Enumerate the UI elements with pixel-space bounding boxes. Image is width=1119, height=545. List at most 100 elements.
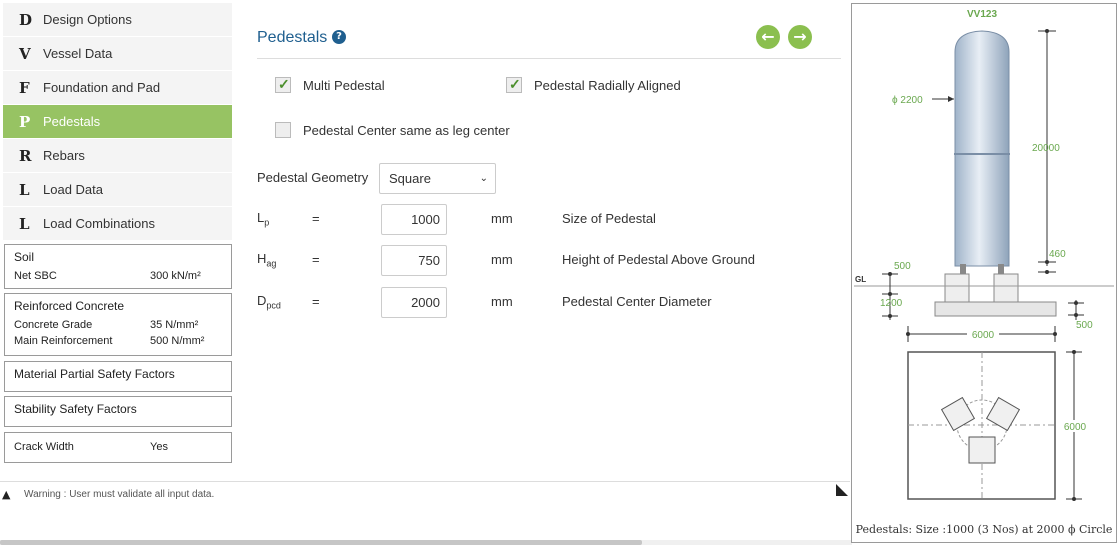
vessel-shell <box>954 30 1010 267</box>
pedestal-geometry-select[interactable]: Square ⌄ <box>379 163 496 194</box>
multi-pedestal-option[interactable]: Multi Pedestal <box>275 76 385 93</box>
sidebar-item-load-data[interactable]: L Load Data <box>3 173 232 206</box>
stability-factors-title: Stability Safety Factors <box>14 402 137 416</box>
param-row-hag: Hag = 750 mm Height of Pedestal Above Gr… <box>257 245 817 277</box>
sidebar-item-rebars[interactable]: R Rebars <box>3 139 232 172</box>
multi-pedestal-label: Multi Pedestal <box>303 77 385 93</box>
crack-width-panel[interactable]: Crack Width Yes <box>4 432 232 463</box>
param-unit: mm <box>491 294 513 309</box>
pad-depth-label: 1200 <box>880 298 903 309</box>
resize-handle-icon[interactable] <box>836 484 848 496</box>
horizontal-scrollbar[interactable] <box>0 540 852 545</box>
sidebar-item-vessel-data[interactable]: V Vessel Data <box>3 37 232 70</box>
sidebar-item-label: Foundation and Pad <box>43 80 161 95</box>
chevron-down-icon: ⌄ <box>479 173 488 184</box>
leg-left <box>960 264 966 274</box>
center-same-checkbox[interactable] <box>275 122 291 138</box>
main-reinforcement-label: Main Reinforcement <box>14 335 113 347</box>
plan-pedestal-bottom <box>968 436 996 464</box>
soil-title: Soil <box>14 250 35 264</box>
warning-icon: ▲ <box>2 488 11 501</box>
warning-text: Warning : User must validate all input d… <box>24 489 215 500</box>
pedestal-center-diameter-input[interactable]: 2000 <box>381 287 447 318</box>
sidebar: D Design Options V Vessel Data F Foundat… <box>3 3 232 241</box>
sidebar-item-label: Pedestals <box>43 114 101 129</box>
soil-panel[interactable]: Soil Net SBC 300 kN/m² <box>4 244 232 289</box>
scrollbar-thumb[interactable] <box>0 540 642 545</box>
vessel-drawing-panel: VV123 GL ϕ 2200 20000 460 500 1200 500 6… <box>851 3 1117 543</box>
param-symbol: Lp <box>257 210 270 228</box>
material-factors-title: Material Partial Safety Factors <box>14 367 175 381</box>
leg-right <box>998 264 1004 274</box>
sidebar-item-foundation-and-pad[interactable]: F Foundation and Pad <box>3 71 232 104</box>
sidebar-item-pedestals[interactable]: P Pedestals <box>3 105 232 138</box>
pedestal-geometry-label: Pedestal Geometry <box>257 170 369 185</box>
pedestal-geometry-value: Square <box>389 171 431 186</box>
concrete-grade-label: Concrete Grade <box>14 319 93 331</box>
diameter-label: ϕ 2200 <box>892 95 923 106</box>
param-equals: = <box>312 294 320 309</box>
pad-dim-label: 500 <box>1076 320 1093 331</box>
question-circle-icon[interactable]: ? <box>332 30 346 44</box>
concrete-panel[interactable]: Reinforced Concrete Concrete Grade 35 N/… <box>4 293 232 356</box>
sidebar-item-letter: L <box>19 214 30 233</box>
param-unit: mm <box>491 211 513 226</box>
radially-aligned-label: Pedestal Radially Aligned <box>534 77 681 93</box>
sidebar-item-label: Design Options <box>43 12 132 27</box>
net-sbc-value: 300 kN/m² <box>150 270 201 282</box>
sidebar-item-label: Rebars <box>43 148 85 163</box>
arrow-right-circle-icon[interactable]: → <box>788 25 812 49</box>
sidebar-item-label: Vessel Data <box>43 46 113 61</box>
height-label: 20000 <box>1032 143 1060 154</box>
pedestal-left <box>944 273 970 305</box>
vessel-name-label: VV123 <box>967 9 997 20</box>
stability-factors-panel[interactable]: Stability Safety Factors <box>4 396 232 427</box>
center-same-option[interactable]: Pedestal Center same as leg center <box>275 122 510 138</box>
sidebar-item-label: Load Combinations <box>43 216 156 231</box>
param-row-lp: Lp = 1000 mm Size of Pedestal <box>257 204 817 236</box>
concrete-title: Reinforced Concrete <box>14 299 125 313</box>
sidebar-item-label: Load Data <box>43 182 103 197</box>
pedestal-dim-label: 500 <box>894 261 911 272</box>
sidebar-item-load-combinations[interactable]: L Load Combinations <box>3 207 232 240</box>
net-sbc-label: Net SBC <box>14 270 57 282</box>
sidebar-item-letter: V <box>19 44 31 63</box>
crack-width-value: Yes <box>150 441 168 453</box>
pedestal-right <box>993 273 1019 305</box>
sidebar-item-letter: P <box>19 112 31 131</box>
leg-dim-label: 460 <box>1049 249 1066 260</box>
pedestals-form: Pedestals ? ← → Multi Pedestal Pedestal … <box>243 0 841 480</box>
gl-label: GL <box>855 275 866 284</box>
param-description: Height of Pedestal Above Ground <box>562 252 755 267</box>
param-description: Pedestal Center Diameter <box>562 294 712 309</box>
material-factors-panel[interactable]: Material Partial Safety Factors <box>4 361 232 392</box>
foundation-pad <box>934 301 1057 317</box>
param-equals: = <box>312 252 320 267</box>
crack-width-label: Crack Width <box>14 441 74 453</box>
radially-aligned-option[interactable]: Pedestal Radially Aligned <box>506 76 681 93</box>
param-unit: mm <box>491 252 513 267</box>
sidebar-item-letter: D <box>19 10 33 29</box>
page-title: Pedestals <box>257 29 328 46</box>
multi-pedestal-checkbox[interactable] <box>275 76 291 93</box>
param-equals: = <box>312 211 320 226</box>
drawing-caption: Pedestals: Size :1000 (3 Nos) at 2000 ϕ … <box>855 523 1113 536</box>
radially-aligned-checkbox[interactable] <box>506 76 522 93</box>
main-reinforcement-value: 500 N/mm² <box>150 335 205 347</box>
concrete-grade-value: 35 N/mm² <box>150 319 199 331</box>
pedestal-size-input[interactable]: 1000 <box>381 204 447 235</box>
width-label: 6000 <box>972 330 995 341</box>
center-same-label: Pedestal Center same as leg center <box>303 122 510 138</box>
sidebar-item-letter: R <box>19 146 32 165</box>
param-description: Size of Pedestal <box>562 211 656 226</box>
title-divider <box>257 58 841 59</box>
pedestal-height-input[interactable]: 750 <box>381 245 447 276</box>
warning-bar: ▲ Warning : User must validate all input… <box>0 481 850 539</box>
plan-width-label: 6000 <box>1064 422 1087 433</box>
vessel-drawing: VV123 GL ϕ 2200 20000 460 500 1200 500 6… <box>854 9 1114 501</box>
param-symbol: Hag <box>257 251 277 269</box>
param-symbol: Dpcd <box>257 293 281 311</box>
arrow-left-circle-icon[interactable]: ← <box>756 25 780 49</box>
param-row-dpcd: Dpcd = 2000 mm Pedestal Center Diameter <box>257 287 817 319</box>
sidebar-item-design-options[interactable]: D Design Options <box>3 3 232 36</box>
